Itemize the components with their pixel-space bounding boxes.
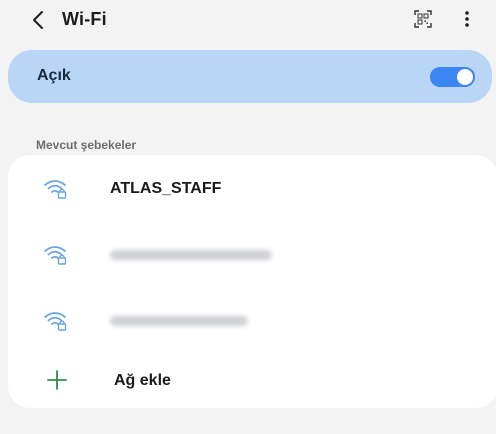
- add-network-label: Ağ ekle: [114, 372, 171, 389]
- network-item[interactable]: [8, 293, 496, 349]
- available-networks-heading: Mevcut şebekeler: [36, 138, 137, 152]
- network-list: ATLAS_STAFF Ağ ekle: [8, 155, 496, 408]
- more-vertical-icon: [465, 11, 469, 27]
- wifi-locked-icon: [44, 312, 67, 331]
- network-ssid: ATLAS_STAFF: [110, 180, 222, 197]
- qr-scan-button[interactable]: [410, 6, 436, 32]
- network-item[interactable]: ATLAS_STAFF: [8, 161, 496, 217]
- switch-knob: [457, 69, 473, 85]
- wifi-toggle-label: Açık: [37, 67, 71, 84]
- plus-icon: [47, 370, 67, 390]
- obscured-network-name: [110, 316, 248, 326]
- add-network-item[interactable]: Ağ ekle: [8, 353, 496, 409]
- wifi-switch[interactable]: [430, 67, 475, 87]
- back-button[interactable]: [24, 6, 52, 34]
- network-item[interactable]: [8, 227, 496, 283]
- wifi-toggle-card[interactable]: Açık: [8, 50, 492, 103]
- wifi-locked-icon: [44, 180, 67, 199]
- chevron-left-icon: [33, 11, 43, 29]
- page-title: Wi-Fi: [62, 9, 107, 29]
- top-app-bar: Wi-Fi: [0, 0, 496, 40]
- wifi-locked-icon: [44, 246, 67, 265]
- obscured-network-name: [110, 250, 272, 260]
- qr-scan-icon: [414, 10, 432, 28]
- more-options-button[interactable]: [456, 6, 478, 32]
